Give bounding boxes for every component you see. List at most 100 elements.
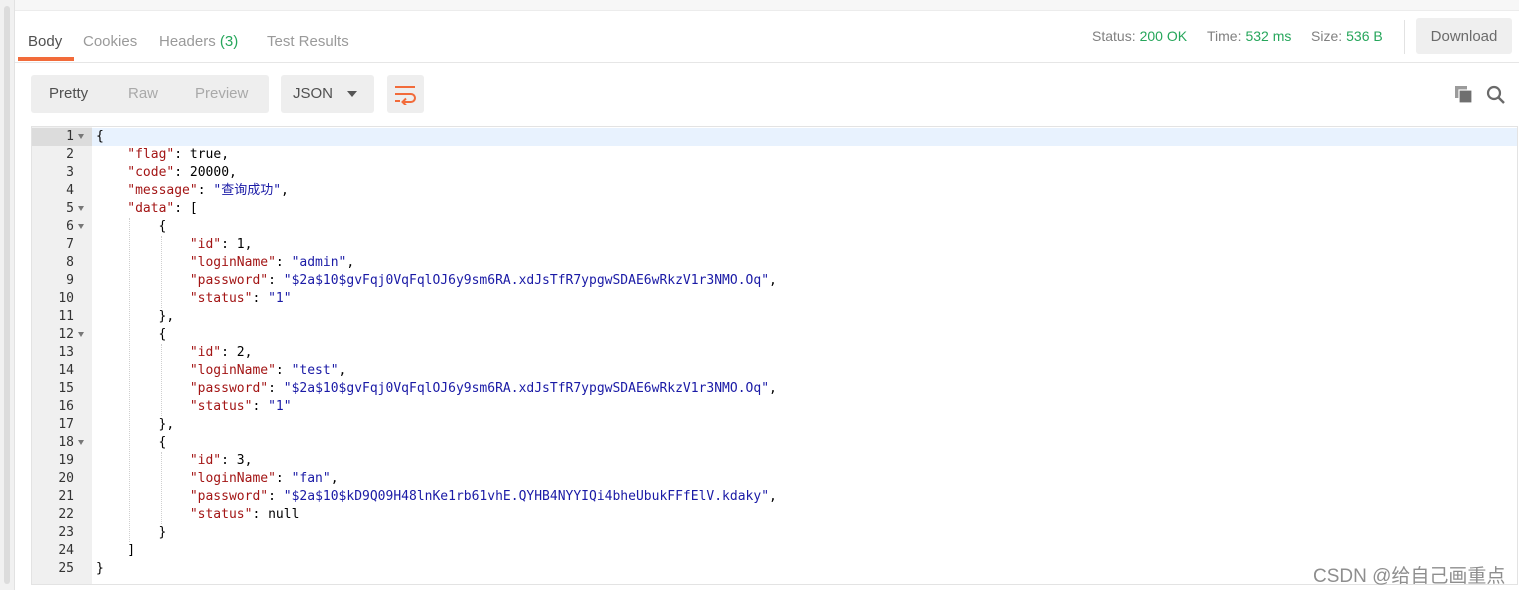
wrap-lines-button[interactable]: [387, 75, 424, 113]
json-punct: },: [158, 417, 175, 432]
fold-arrow-icon[interactable]: [78, 332, 84, 337]
code-line[interactable]: 7 "id": 1,: [32, 236, 1517, 254]
code-line[interactable]: 18 {: [32, 434, 1517, 452]
json-key: "data": [127, 201, 175, 216]
line-number: 1: [66, 129, 74, 144]
line-number-cell: 9: [32, 272, 92, 290]
format-select[interactable]: JSON: [281, 75, 374, 113]
json-punct: :: [252, 291, 269, 306]
top-strip: [15, 0, 1519, 11]
json-punct: ,: [769, 489, 777, 504]
code-line[interactable]: 22 "status": null: [32, 506, 1517, 524]
code-line[interactable]: 2 "flag": true,: [32, 146, 1517, 164]
line-number: 13: [58, 345, 74, 360]
line-number-cell: 8: [32, 254, 92, 272]
scrollbar-thumb[interactable]: [4, 6, 10, 584]
code-text: },: [159, 308, 175, 326]
time-readout: Time: 532 ms: [1207, 28, 1291, 44]
line-number-cell: 16: [32, 398, 92, 416]
fold-arrow-icon[interactable]: [78, 224, 84, 229]
code-line[interactable]: 1{: [32, 128, 1517, 146]
json-key: "status": [189, 399, 253, 414]
tab-headers[interactable]: Headers (3): [159, 33, 238, 50]
code-line[interactable]: 25}: [32, 560, 1517, 578]
code-line[interactable]: 9 "password": "$2a$10$gvFqj0VqFqlOJ6y9sm6…: [32, 272, 1517, 290]
code-line[interactable]: 11},: [32, 308, 1517, 326]
json-punct: ]: [127, 543, 136, 558]
json-literal: 1: [236, 237, 245, 252]
left-scrollbar[interactable]: [0, 0, 15, 590]
json-punct: {: [96, 129, 104, 144]
code-line[interactable]: 8 "loginName": "admin",: [32, 254, 1517, 272]
code-text: }: [96, 560, 104, 578]
json-key: "loginName": [189, 471, 276, 486]
line-number: 12: [58, 327, 74, 342]
code-line[interactable]: 10 "status": "1": [32, 290, 1517, 308]
code-text: "status": null: [190, 506, 300, 524]
fold-arrow-icon[interactable]: [78, 134, 84, 139]
fold-arrow-icon[interactable]: [78, 206, 84, 211]
line-number-cell: 13: [32, 344, 92, 362]
download-button[interactable]: Download: [1416, 18, 1512, 54]
code-line[interactable]: 5 "data": [: [32, 200, 1517, 218]
line-number: 9: [66, 273, 74, 288]
code-line[interactable]: 21 "password": "$2a$10$kD9Q09H48lnKe1rb61…: [32, 488, 1517, 506]
size-value: 536 B: [1346, 28, 1383, 44]
json-string: "test": [291, 363, 339, 378]
code-line[interactable]: 14 "loginName": "test",: [32, 362, 1517, 380]
json-punct: ,: [229, 165, 237, 180]
code-line[interactable]: 13 "id": 2,: [32, 344, 1517, 362]
line-number: 2: [66, 147, 74, 162]
json-key: "password": [189, 273, 269, 288]
code-line[interactable]: 23}: [32, 524, 1517, 542]
code-line[interactable]: 4 "message": "查询成功",: [32, 182, 1517, 200]
search-button[interactable]: [1485, 84, 1507, 106]
code-line[interactable]: 3 "code": 20000,: [32, 164, 1517, 182]
line-number: 19: [58, 453, 74, 468]
json-punct: ,: [330, 471, 339, 486]
view-preview-button[interactable]: Preview: [195, 75, 248, 113]
code-line[interactable]: 20 "loginName": "fan",: [32, 470, 1517, 488]
line-number: 16: [58, 399, 74, 414]
tab-cookies[interactable]: Cookies: [83, 33, 137, 50]
headers-count-badge: (3): [219, 33, 239, 50]
code-line[interactable]: 24]: [32, 542, 1517, 560]
copy-button[interactable]: [1453, 84, 1475, 106]
code-text: "status": "1": [190, 290, 292, 308]
json-punct: :: [275, 255, 292, 270]
code-text: "id": 1,: [190, 236, 253, 254]
json-punct: :: [174, 165, 190, 180]
json-key: "flag": [127, 147, 175, 162]
response-body-editor[interactable]: 1{2 "flag": true, 3 "code": 20000, 4 "message…: [31, 126, 1518, 585]
line-number-cell: 15: [32, 380, 92, 398]
fold-arrow-icon[interactable]: [78, 440, 84, 445]
view-raw-button[interactable]: Raw: [128, 75, 158, 113]
json-punct: :: [221, 237, 237, 252]
code-line[interactable]: 19 "id": 3,: [32, 452, 1517, 470]
line-number: 5: [66, 201, 74, 216]
line-number-cell: 17: [32, 416, 92, 434]
tab-test-results[interactable]: Test Results: [267, 33, 349, 50]
json-key: "id": [189, 453, 222, 468]
json-punct: {: [158, 327, 167, 342]
copy-icon: [1455, 86, 1473, 104]
line-number: 20: [58, 471, 74, 486]
json-punct: :: [275, 363, 292, 378]
tab-body[interactable]: Body: [28, 33, 62, 50]
view-pretty-button[interactable]: Pretty: [49, 75, 88, 113]
line-number-cell: 20: [32, 470, 92, 488]
code-line[interactable]: 16 "status": "1": [32, 398, 1517, 416]
code-text: "flag": true,: [127, 146, 229, 164]
code-line[interactable]: 17},: [32, 416, 1517, 434]
code-line[interactable]: 6{: [32, 218, 1517, 236]
code-text: "password": "$2a$10$kD9Q09H48lnKe1rb61vh…: [190, 488, 777, 506]
code-line[interactable]: 15 "password": "$2a$10$gvFqj0VqFqlOJ6y9sm…: [32, 380, 1517, 398]
json-punct: ,: [346, 255, 355, 270]
line-number-cell: 1: [32, 128, 92, 146]
json-punct: :: [221, 345, 237, 360]
indent-guide: [160, 236, 162, 308]
line-number: 17: [58, 417, 74, 432]
line-number: 24: [58, 543, 74, 558]
tab-headers-label: Headers: [159, 33, 216, 50]
code-line[interactable]: 12 {: [32, 326, 1517, 344]
